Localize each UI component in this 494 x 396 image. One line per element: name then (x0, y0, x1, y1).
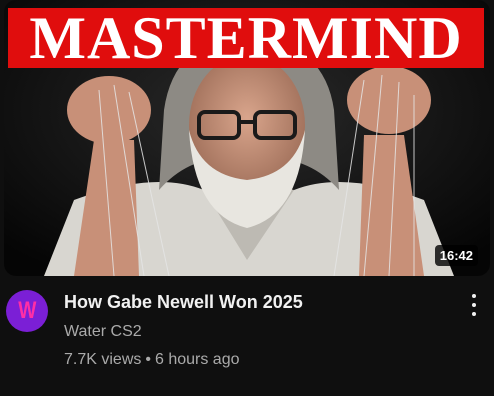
channel-avatar[interactable]: W (6, 290, 48, 332)
menu-dot (472, 303, 476, 307)
upload-age: 6 hours ago (154, 351, 240, 368)
thumbnail-banner: MASTERMIND (8, 8, 484, 68)
banner-title: MASTERMIND (29, 8, 463, 68)
video-meta: How Gabe Newell Won 2025 Water CS2 7.7K … (64, 290, 444, 370)
channel-name[interactable]: Water CS2 (64, 322, 444, 342)
video-thumbnail[interactable]: MASTERMIND 16:42 (4, 0, 490, 276)
avatar-letter: W (17, 297, 37, 324)
menu-dot (472, 312, 476, 316)
more-vertical-icon[interactable] (466, 292, 482, 318)
video-title[interactable]: How Gabe Newell Won 2025 (64, 290, 444, 314)
video-card[interactable]: MASTERMIND 16:42 W How Gabe Newell Won 2… (0, 0, 494, 396)
stats-separator: • (145, 351, 151, 368)
menu-dot (472, 294, 476, 298)
duration-badge: 16:42 (434, 245, 478, 266)
video-stats: 7.7K views • 6 hours ago (64, 350, 444, 370)
view-count: 7.7K views (64, 351, 142, 368)
